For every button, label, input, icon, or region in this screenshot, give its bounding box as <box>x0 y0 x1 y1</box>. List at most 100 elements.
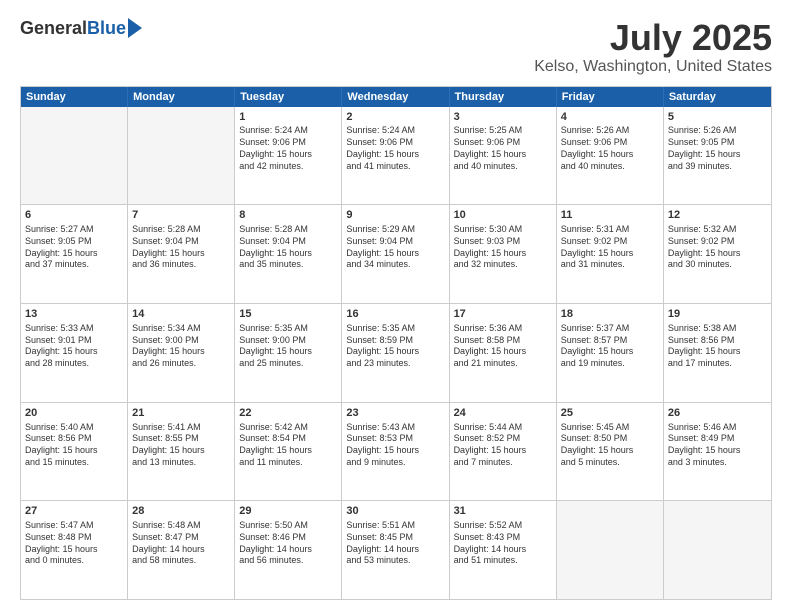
page: General Blue July 2025 Kelso, Washington… <box>0 0 792 612</box>
calendar-row: 20Sunrise: 5:40 AM Sunset: 8:56 PM Dayli… <box>21 403 771 502</box>
calendar-header: SundayMondayTuesdayWednesdayThursdayFrid… <box>21 87 771 107</box>
day-number: 27 <box>25 504 123 519</box>
day-number: 3 <box>454 110 552 125</box>
calendar-cell: 24Sunrise: 5:44 AM Sunset: 8:52 PM Dayli… <box>450 403 557 501</box>
day-details: Sunrise: 5:50 AM Sunset: 8:46 PM Dayligh… <box>239 520 337 567</box>
calendar-row: 6Sunrise: 5:27 AM Sunset: 9:05 PM Daylig… <box>21 205 771 304</box>
day-number: 15 <box>239 307 337 322</box>
calendar-cell: 4Sunrise: 5:26 AM Sunset: 9:06 PM Daylig… <box>557 107 664 205</box>
day-number: 28 <box>132 504 230 519</box>
day-details: Sunrise: 5:37 AM Sunset: 8:57 PM Dayligh… <box>561 323 659 370</box>
day-number: 1 <box>239 110 337 125</box>
calendar: SundayMondayTuesdayWednesdayThursdayFrid… <box>20 86 772 600</box>
day-number: 31 <box>454 504 552 519</box>
day-details: Sunrise: 5:35 AM Sunset: 8:59 PM Dayligh… <box>346 323 444 370</box>
day-number: 26 <box>668 406 767 421</box>
calendar-row: 1Sunrise: 5:24 AM Sunset: 9:06 PM Daylig… <box>21 107 771 206</box>
day-details: Sunrise: 5:24 AM Sunset: 9:06 PM Dayligh… <box>239 125 337 172</box>
day-number: 20 <box>25 406 123 421</box>
day-number: 21 <box>132 406 230 421</box>
day-number: 23 <box>346 406 444 421</box>
logo-blue-text: Blue <box>87 18 126 39</box>
day-number: 7 <box>132 208 230 223</box>
day-details: Sunrise: 5:35 AM Sunset: 9:00 PM Dayligh… <box>239 323 337 370</box>
day-details: Sunrise: 5:31 AM Sunset: 9:02 PM Dayligh… <box>561 224 659 271</box>
day-details: Sunrise: 5:51 AM Sunset: 8:45 PM Dayligh… <box>346 520 444 567</box>
calendar-cell: 16Sunrise: 5:35 AM Sunset: 8:59 PM Dayli… <box>342 304 449 402</box>
calendar-cell: 17Sunrise: 5:36 AM Sunset: 8:58 PM Dayli… <box>450 304 557 402</box>
calendar-cell: 12Sunrise: 5:32 AM Sunset: 9:02 PM Dayli… <box>664 205 771 303</box>
calendar-cell: 18Sunrise: 5:37 AM Sunset: 8:57 PM Dayli… <box>557 304 664 402</box>
calendar-cell: 19Sunrise: 5:38 AM Sunset: 8:56 PM Dayli… <box>664 304 771 402</box>
day-details: Sunrise: 5:42 AM Sunset: 8:54 PM Dayligh… <box>239 422 337 469</box>
day-number: 18 <box>561 307 659 322</box>
logo-arrow-icon <box>128 18 142 38</box>
calendar-cell: 7Sunrise: 5:28 AM Sunset: 9:04 PM Daylig… <box>128 205 235 303</box>
day-details: Sunrise: 5:44 AM Sunset: 8:52 PM Dayligh… <box>454 422 552 469</box>
calendar-cell: 3Sunrise: 5:25 AM Sunset: 9:06 PM Daylig… <box>450 107 557 205</box>
day-number: 8 <box>239 208 337 223</box>
main-title: July 2025 <box>534 18 772 58</box>
day-details: Sunrise: 5:46 AM Sunset: 8:49 PM Dayligh… <box>668 422 767 469</box>
calendar-row: 27Sunrise: 5:47 AM Sunset: 8:48 PM Dayli… <box>21 501 771 599</box>
day-number: 4 <box>561 110 659 125</box>
day-details: Sunrise: 5:32 AM Sunset: 9:02 PM Dayligh… <box>668 224 767 271</box>
calendar-header-day: Sunday <box>21 87 128 107</box>
day-number: 10 <box>454 208 552 223</box>
calendar-cell: 10Sunrise: 5:30 AM Sunset: 9:03 PM Dayli… <box>450 205 557 303</box>
logo: General Blue <box>20 18 142 39</box>
calendar-row: 13Sunrise: 5:33 AM Sunset: 9:01 PM Dayli… <box>21 304 771 403</box>
calendar-cell: 27Sunrise: 5:47 AM Sunset: 8:48 PM Dayli… <box>21 501 128 599</box>
day-details: Sunrise: 5:27 AM Sunset: 9:05 PM Dayligh… <box>25 224 123 271</box>
day-details: Sunrise: 5:24 AM Sunset: 9:06 PM Dayligh… <box>346 125 444 172</box>
day-details: Sunrise: 5:43 AM Sunset: 8:53 PM Dayligh… <box>346 422 444 469</box>
calendar-cell: 15Sunrise: 5:35 AM Sunset: 9:00 PM Dayli… <box>235 304 342 402</box>
day-number: 14 <box>132 307 230 322</box>
calendar-cell: 20Sunrise: 5:40 AM Sunset: 8:56 PM Dayli… <box>21 403 128 501</box>
day-number: 6 <box>25 208 123 223</box>
calendar-header-day: Saturday <box>664 87 771 107</box>
day-details: Sunrise: 5:38 AM Sunset: 8:56 PM Dayligh… <box>668 323 767 370</box>
day-number: 24 <box>454 406 552 421</box>
calendar-body: 1Sunrise: 5:24 AM Sunset: 9:06 PM Daylig… <box>21 107 771 599</box>
day-details: Sunrise: 5:40 AM Sunset: 8:56 PM Dayligh… <box>25 422 123 469</box>
day-details: Sunrise: 5:48 AM Sunset: 8:47 PM Dayligh… <box>132 520 230 567</box>
day-number: 29 <box>239 504 337 519</box>
calendar-cell: 31Sunrise: 5:52 AM Sunset: 8:43 PM Dayli… <box>450 501 557 599</box>
calendar-cell: 14Sunrise: 5:34 AM Sunset: 9:00 PM Dayli… <box>128 304 235 402</box>
day-number: 17 <box>454 307 552 322</box>
calendar-cell: 13Sunrise: 5:33 AM Sunset: 9:01 PM Dayli… <box>21 304 128 402</box>
calendar-cell: 6Sunrise: 5:27 AM Sunset: 9:05 PM Daylig… <box>21 205 128 303</box>
calendar-cell: 23Sunrise: 5:43 AM Sunset: 8:53 PM Dayli… <box>342 403 449 501</box>
calendar-cell: 9Sunrise: 5:29 AM Sunset: 9:04 PM Daylig… <box>342 205 449 303</box>
calendar-cell <box>557 501 664 599</box>
day-details: Sunrise: 5:28 AM Sunset: 9:04 PM Dayligh… <box>132 224 230 271</box>
logo-general-text: General <box>20 18 87 39</box>
header: General Blue July 2025 Kelso, Washington… <box>20 18 772 76</box>
day-details: Sunrise: 5:26 AM Sunset: 9:06 PM Dayligh… <box>561 125 659 172</box>
subtitle: Kelso, Washington, United States <box>534 58 772 76</box>
calendar-header-day: Wednesday <box>342 87 449 107</box>
day-number: 9 <box>346 208 444 223</box>
calendar-cell: 8Sunrise: 5:28 AM Sunset: 9:04 PM Daylig… <box>235 205 342 303</box>
calendar-cell: 30Sunrise: 5:51 AM Sunset: 8:45 PM Dayli… <box>342 501 449 599</box>
day-details: Sunrise: 5:25 AM Sunset: 9:06 PM Dayligh… <box>454 125 552 172</box>
calendar-header-day: Friday <box>557 87 664 107</box>
calendar-header-day: Thursday <box>450 87 557 107</box>
day-number: 12 <box>668 208 767 223</box>
day-number: 5 <box>668 110 767 125</box>
day-details: Sunrise: 5:52 AM Sunset: 8:43 PM Dayligh… <box>454 520 552 567</box>
day-number: 2 <box>346 110 444 125</box>
title-block: July 2025 Kelso, Washington, United Stat… <box>534 18 772 76</box>
calendar-cell: 25Sunrise: 5:45 AM Sunset: 8:50 PM Dayli… <box>557 403 664 501</box>
day-details: Sunrise: 5:34 AM Sunset: 9:00 PM Dayligh… <box>132 323 230 370</box>
day-details: Sunrise: 5:30 AM Sunset: 9:03 PM Dayligh… <box>454 224 552 271</box>
calendar-cell: 26Sunrise: 5:46 AM Sunset: 8:49 PM Dayli… <box>664 403 771 501</box>
day-details: Sunrise: 5:26 AM Sunset: 9:05 PM Dayligh… <box>668 125 767 172</box>
day-number: 25 <box>561 406 659 421</box>
calendar-cell: 29Sunrise: 5:50 AM Sunset: 8:46 PM Dayli… <box>235 501 342 599</box>
calendar-cell: 1Sunrise: 5:24 AM Sunset: 9:06 PM Daylig… <box>235 107 342 205</box>
day-number: 16 <box>346 307 444 322</box>
day-number: 11 <box>561 208 659 223</box>
calendar-header-day: Tuesday <box>235 87 342 107</box>
